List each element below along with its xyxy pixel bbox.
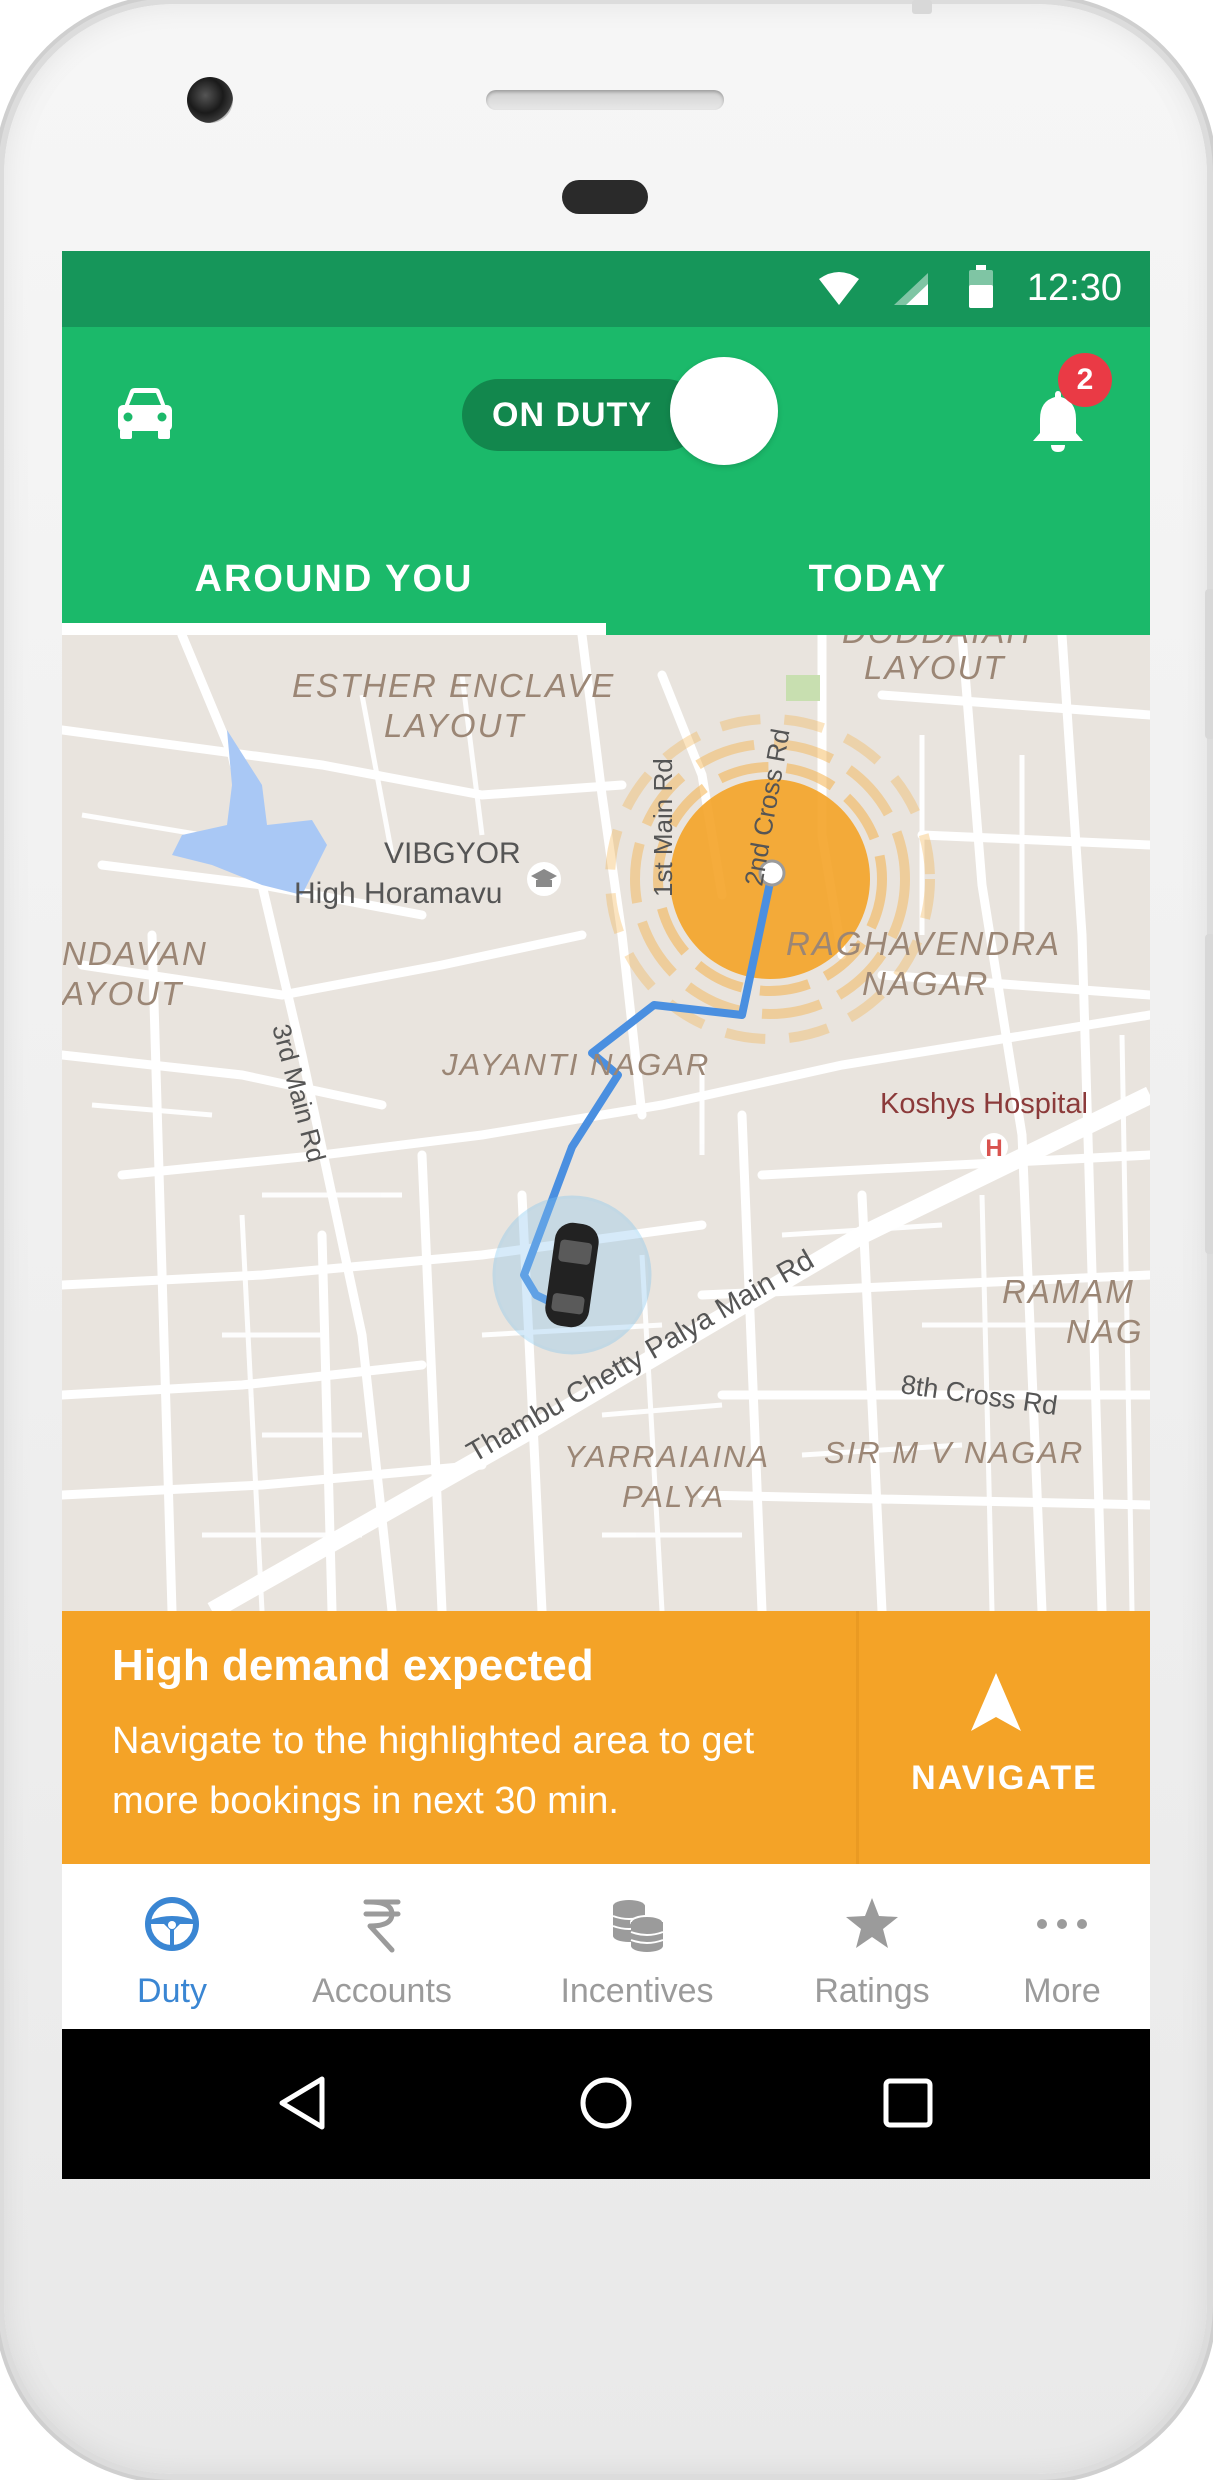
nav-label-accounts: Accounts [312, 1972, 452, 2010]
demand-banner: High demand expected Navigate to the hig… [62, 1611, 1150, 1864]
status-time: 12:30 [1026, 267, 1122, 309]
map-label-vibgyor: VIBGYOR [384, 837, 521, 870]
banner-message: Navigate to the highlighted area to get … [112, 1720, 755, 1822]
school-marker [527, 862, 561, 896]
park-area [786, 675, 820, 701]
navigate-button[interactable]: NAVIGATE [859, 1611, 1150, 1864]
nav-item-accounts[interactable]: Accounts [282, 1864, 482, 2029]
duty-toggle[interactable]: ON DUTY [462, 379, 702, 451]
active-tab-indicator [62, 623, 606, 635]
phone-power-button [1205, 934, 1213, 1254]
map-label-esther: ESTHER ENCLAVE [292, 667, 615, 704]
rupee-icon [363, 1899, 401, 1953]
map-label-raghavendra-2: NAGAR [862, 965, 989, 1002]
navigation-arrow-icon [971, 1673, 1021, 1731]
map-label-doddaiah-2: LAYOUT [864, 649, 1006, 686]
map-label-raghavendra: RAGHAVENDRA [786, 925, 1061, 962]
system-navigation-bar [62, 2029, 1150, 2179]
signal-icon [894, 273, 928, 305]
notification-badge: 2 [1058, 353, 1112, 407]
map-label-1st-main: 1st Main Rd [648, 758, 678, 897]
map-canvas: H ESTHER ENCLAVE LAYOUT DODDAIAH LAYOUT … [62, 635, 1150, 1611]
coins-icon [612, 1900, 664, 1952]
map-label-koshys: Koshys Hospital [880, 1088, 1088, 1120]
map-label-palya: PALYA [622, 1479, 725, 1514]
status-bar: 12:30 [62, 251, 1150, 327]
nav-label-incentives: Incentives [560, 1972, 714, 2010]
map-label-ramam-2: NAG [1066, 1313, 1144, 1350]
steering-wheel-icon [145, 1897, 199, 1951]
map-label-vibgyor-2: High Horamavu [294, 877, 502, 910]
navigate-label: NAVIGATE [911, 1759, 1098, 1797]
phone-frame: 12:30 ON DUTY 2 AROUND YOU TODAY H ESTHE… [4, 0, 1213, 2474]
front-camera [187, 77, 233, 123]
recents-icon[interactable] [882, 2077, 934, 2129]
banner-title: High demand expected [112, 1641, 594, 1690]
back-icon[interactable] [276, 2075, 328, 2131]
tab-around-you[interactable]: AROUND YOU [62, 529, 606, 635]
more-dots-icon [1037, 1919, 1087, 1929]
proximity-sensor [562, 180, 648, 214]
star-icon [846, 1898, 898, 1948]
svg-text:H: H [985, 1135, 1002, 1162]
tab-today[interactable]: TODAY [606, 529, 1150, 635]
phone-volume-button [1205, 589, 1213, 739]
map-view[interactable]: H ESTHER ENCLAVE LAYOUT DODDAIAH LAYOUT … [62, 635, 1150, 1611]
nav-item-more[interactable]: More [982, 1864, 1142, 2029]
map-label-ndavan: NDAVAN [62, 935, 208, 972]
duty-toggle-label: ON DUTY [492, 396, 652, 434]
nav-item-ratings[interactable]: Ratings [782, 1864, 962, 2029]
car-icon[interactable] [114, 381, 176, 443]
map-label-ndavan-2: AYOUT [62, 975, 184, 1012]
phone-top-button [912, 0, 932, 14]
nav-item-duty[interactable]: Duty [102, 1864, 242, 2029]
app-bar: ON DUTY 2 AROUND YOU TODAY [62, 327, 1150, 635]
map-label-yarraiaina: YARRAIAINA [564, 1439, 770, 1474]
map-label-esther-2: LAYOUT [384, 707, 526, 744]
earpiece-speaker [486, 90, 724, 110]
nav-label-ratings: Ratings [814, 1972, 930, 2010]
map-label-ramam: RAMAM [1002, 1273, 1135, 1310]
map-label-doddaiah: DODDAIAH [842, 635, 1032, 650]
bottom-navigation: Duty Accounts Incentives Ratings More [62, 1864, 1150, 2029]
home-icon[interactable] [578, 2075, 634, 2131]
wifi-icon [819, 272, 859, 305]
nav-label-duty: Duty [137, 1972, 207, 2010]
nav-label-more: More [1023, 1972, 1101, 2010]
duty-toggle-knob[interactable] [670, 357, 778, 465]
map-label-sir-mv: SIR M V NAGAR [824, 1435, 1084, 1470]
nav-item-incentives[interactable]: Incentives [522, 1864, 752, 2029]
screen: 12:30 ON DUTY 2 AROUND YOU TODAY H ESTHE… [62, 251, 1150, 2179]
battery-icon [969, 265, 993, 308]
map-label-jayanti: JAYANTI NAGAR [441, 1047, 710, 1082]
